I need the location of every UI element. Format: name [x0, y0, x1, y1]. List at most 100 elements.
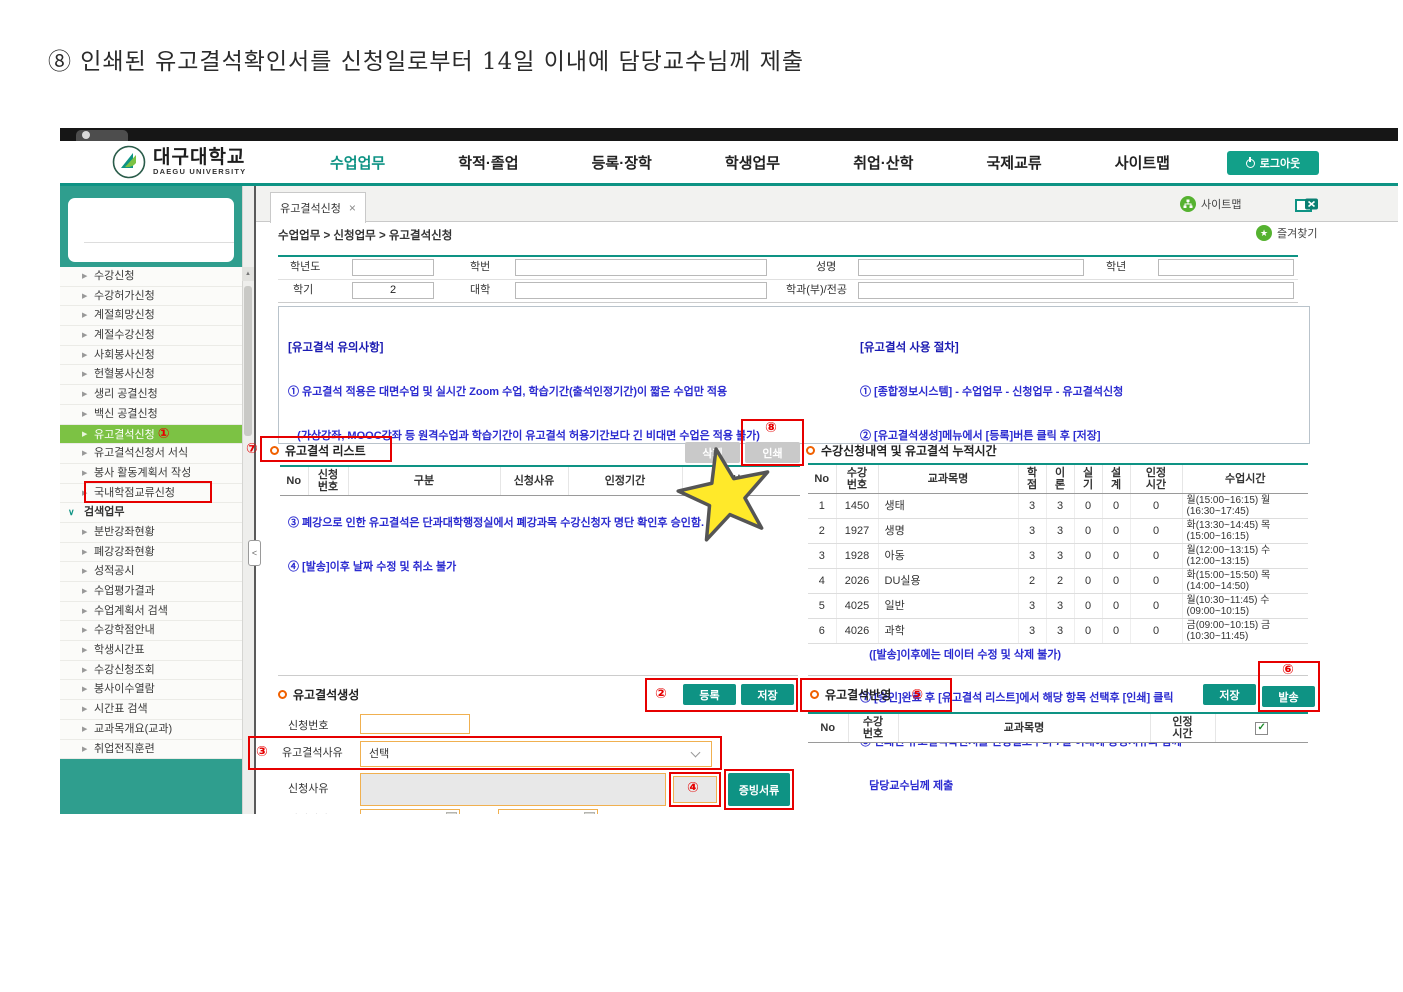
sidebar-item-social-service[interactable]: ▶사회봉사신청 [60, 346, 242, 366]
arrow-icon: ▶ [82, 582, 87, 602]
favorite-star-icon: ★ [1256, 225, 1272, 241]
notice-left-title: [유고결석 유의사항] [288, 341, 853, 356]
save-button-apply[interactable]: 저장 [1203, 684, 1256, 705]
semester-label: 학기 [293, 282, 313, 299]
period-start-input[interactable] [360, 809, 460, 814]
favorites-link[interactable]: ★ 즐겨찾기 [1256, 225, 1317, 241]
nav-item-career[interactable]: 취업·산학 [853, 152, 913, 173]
create-title: 유고결석생성 [293, 686, 359, 703]
content-divider [254, 186, 256, 814]
sidebar-item-seasonal-course[interactable]: ▶계절수강신청 [60, 326, 242, 346]
sidebar-item-blood-donation[interactable]: ▶헌혈봉사신청 [60, 365, 242, 385]
detail-textarea[interactable] [360, 773, 666, 806]
bullet-icon [278, 690, 287, 699]
logo-text: 대구대학교 DAEGU UNIVERSITY [153, 149, 246, 176]
nav-item-records[interactable]: 학적·졸업 [458, 152, 518, 173]
sidebar-item-course-outline[interactable]: ▶교과목개요(교과) [60, 720, 242, 740]
arrow-icon: ▶ [82, 267, 87, 287]
annotation-box-1 [84, 481, 212, 503]
tab-label: 유고결석신청 [280, 200, 341, 216]
sidebar-item-closed-class[interactable]: ▶폐강강좌현황 [60, 543, 242, 563]
select-all-checkbox[interactable]: ✓ [1255, 722, 1268, 735]
nav-item-sitemap[interactable]: 사이트맵 [1115, 152, 1170, 173]
request-no-input[interactable] [360, 714, 470, 734]
table-row: 42026DU실용22000화(15:00~15:50) 목(14:00~14:… [808, 569, 1308, 594]
apply-table: No 수강 번호 교과목명 인정 시간 ✓ [808, 712, 1308, 743]
breadcrumb: 수업업무 > 신청업무 > 유고결석신청 [278, 227, 452, 243]
annotation-box-3 [248, 736, 722, 770]
sidebar-item-syllabus-search[interactable]: ▶수업계획서 검색 [60, 602, 242, 622]
name-input[interactable] [858, 259, 1084, 276]
annotation-box-2 [645, 678, 798, 712]
sidebar-item-course-permission[interactable]: ▶수강허가신청 [60, 287, 242, 307]
sidebar-item-student-timetable[interactable]: ▶학생시간표 [60, 641, 242, 661]
arrow-icon: ▶ [82, 385, 87, 405]
logout-button[interactable]: 로그아웃 [1227, 151, 1319, 175]
arrow-icon: ▶ [82, 661, 87, 681]
sidebar-item-enrollment-inquiry[interactable]: ▶수강신청조회 [60, 661, 242, 681]
arrow-icon: ▶ [82, 641, 87, 661]
sidebar-item-unavoidable-absence[interactable]: ▶유고결석신청 ① [60, 425, 242, 445]
enrollment-table: No 수강 번호 교과목명 학 점 이 론 실 기 설 계 인정 시간 수업시간… [808, 463, 1308, 644]
nav-item-international[interactable]: 국제교류 [986, 152, 1041, 173]
student-id-label: 학번 [470, 259, 490, 276]
calendar-icon[interactable] [446, 812, 457, 814]
sidebar-item-menstrual-absence[interactable]: ▶생리 공결신청 [60, 385, 242, 405]
calendar-icon[interactable] [584, 812, 595, 814]
sitemap-label: 사이트맵 [1201, 196, 1241, 212]
arrow-icon: ▶ [82, 562, 87, 582]
arrow-icon: ▶ [82, 346, 87, 366]
dept-input[interactable] [858, 282, 1294, 299]
sidebar-item-course-request[interactable]: ▶수강신청 [60, 267, 242, 287]
dept-label: 학과(부)/전공 [786, 282, 847, 299]
student-id-input[interactable] [515, 259, 767, 276]
page-title: ⑧ 인쇄된 유고결석확인서를 신청일로부터 14일 이내에 담당교수님께 제출 [48, 42, 804, 76]
arrow-icon: ▶ [82, 602, 87, 622]
semester-input[interactable]: 2 [352, 282, 434, 299]
create-title-row: 유고결석생성 [278, 686, 359, 703]
enrollment-header-row: No 수강 번호 교과목명 학 점 이 론 실 기 설 계 인정 시간 수업시간 [808, 464, 1308, 494]
university-logo[interactable]: 대구대학교 DAEGU UNIVERSITY [112, 144, 246, 180]
sidebar-item-class-status[interactable]: ▶분반강좌현황 [60, 523, 242, 543]
arrow-icon: ▶ [82, 444, 87, 464]
sidebar-collapse-handle[interactable]: < [248, 540, 261, 566]
period-label: 인정기간 [288, 812, 328, 814]
sidebar-item-seasonal-hope[interactable]: ▶계절희망신청 [60, 306, 242, 326]
nav-item-course-work[interactable]: 수업업무 [330, 152, 385, 173]
tab-unavoidable-absence[interactable]: 유고결석신청 × [270, 192, 366, 223]
arrow-icon: ▶ [82, 326, 87, 346]
sidebar-item-grade-posting[interactable]: ▶성적공시 [60, 562, 242, 582]
table-row: 21927생명33000화(13:30~14:45) 목(15:00~16:15… [808, 519, 1308, 544]
chevron-down-icon: ∨ [68, 503, 75, 523]
power-icon [1246, 159, 1255, 168]
enrollment-title-row: 수강신청내역 및 유고결석 누적시간 [806, 442, 997, 459]
sidebar-item-credit-guide[interactable]: ▶수강학점안내 [60, 621, 242, 641]
arrow-icon: ▶ [82, 680, 87, 700]
sidebar-item-partial[interactable]: ▶취업전직훈련 [60, 740, 242, 760]
college-input[interactable] [515, 282, 767, 299]
period-end-input[interactable] [498, 809, 598, 814]
university-emblem-icon [112, 145, 146, 179]
sidebar-section-search[interactable]: ∨검색업무 [60, 503, 242, 523]
nav-item-registration[interactable]: 등록·장학 [592, 152, 652, 173]
year-input[interactable] [352, 259, 434, 276]
annotation-4: ④ [687, 780, 699, 796]
sidebar-item-vaccine-absence[interactable]: ▶백신 공결신청 [60, 405, 242, 425]
sidebar-item-absence-form[interactable]: ▶유고결석신청서 서식 [60, 444, 242, 464]
nav-item-student-affairs[interactable]: 학생업무 [725, 152, 780, 173]
sitemap-link[interactable]: 사이트맵 [1180, 196, 1241, 212]
grade-input[interactable] [1158, 259, 1294, 276]
close-icon[interactable]: × [349, 201, 356, 215]
university-name: 대구대학교 [153, 149, 246, 167]
name-label: 성명 [816, 259, 836, 276]
scrollbar-up-icon[interactable]: ▲ [242, 267, 254, 281]
close-all-tabs-icon[interactable] [1295, 198, 1319, 218]
sidebar-item-service-record[interactable]: ▶봉사이수열람 [60, 680, 242, 700]
scrollbar-thumb[interactable] [244, 286, 252, 436]
logout-label: 로그아웃 [1260, 155, 1300, 171]
sidebar-item-timetable-search[interactable]: ▶시간표 검색 [60, 700, 242, 720]
sidebar-item-eval-result[interactable]: ▶수업평가결과 [60, 582, 242, 602]
arrow-icon: ▶ [82, 720, 87, 740]
sitemap-icon [1180, 196, 1196, 212]
arrow-icon: ▶ [82, 740, 87, 760]
